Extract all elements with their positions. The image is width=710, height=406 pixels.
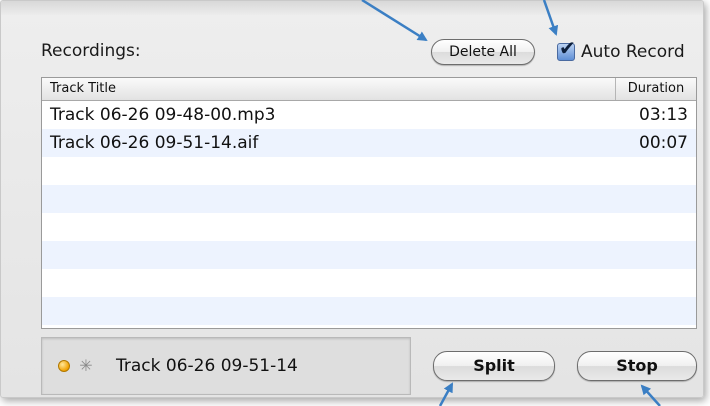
delete-all-button[interactable]: Delete All (431, 39, 535, 65)
panel-top-shade (1, 1, 703, 15)
duration-cell: 03:13 (639, 105, 688, 125)
recording-status: ✳ Track 06-26 09-51-14 (41, 337, 411, 395)
split-button[interactable]: Split (433, 351, 555, 381)
table-body[interactable]: Track 06-26 09-48-00.mp3 03:13 Track 06-… (42, 101, 696, 328)
recordings-table: Track Title Duration Track 06-26 09-48-0… (41, 77, 697, 329)
stop-button[interactable]: Stop (577, 351, 697, 381)
column-header-duration[interactable]: Duration (616, 78, 696, 100)
recordings-label: Recordings: (41, 41, 141, 61)
track-title-cell: Track 06-26 09-51-14.aif (50, 133, 259, 153)
duration-cell: 00:07 (639, 133, 688, 153)
column-header-track-title[interactable]: Track Title (42, 78, 616, 100)
table-row[interactable]: Track 06-26 09-48-00.mp3 03:13 (42, 101, 696, 129)
status-indicator-icon (58, 360, 70, 372)
track-title-cell: Track 06-26 09-48-00.mp3 (50, 105, 276, 125)
checkmark-icon: ✔ (559, 36, 576, 60)
recorder-panel: Recordings: Delete All ✔ Auto Record Tra… (0, 0, 704, 398)
current-track-label: Track 06-26 09-51-14 (116, 356, 298, 376)
auto-record-checkbox[interactable]: ✔ (557, 38, 576, 61)
auto-record-label: Auto Record (581, 42, 685, 62)
progress-spinner-icon: ✳ (79, 356, 93, 375)
table-row[interactable]: Track 06-26 09-51-14.aif 00:07 (42, 129, 696, 157)
auto-record-toggle[interactable]: ✔ Auto Record (557, 37, 685, 67)
table-header: Track Title Duration (42, 78, 696, 101)
